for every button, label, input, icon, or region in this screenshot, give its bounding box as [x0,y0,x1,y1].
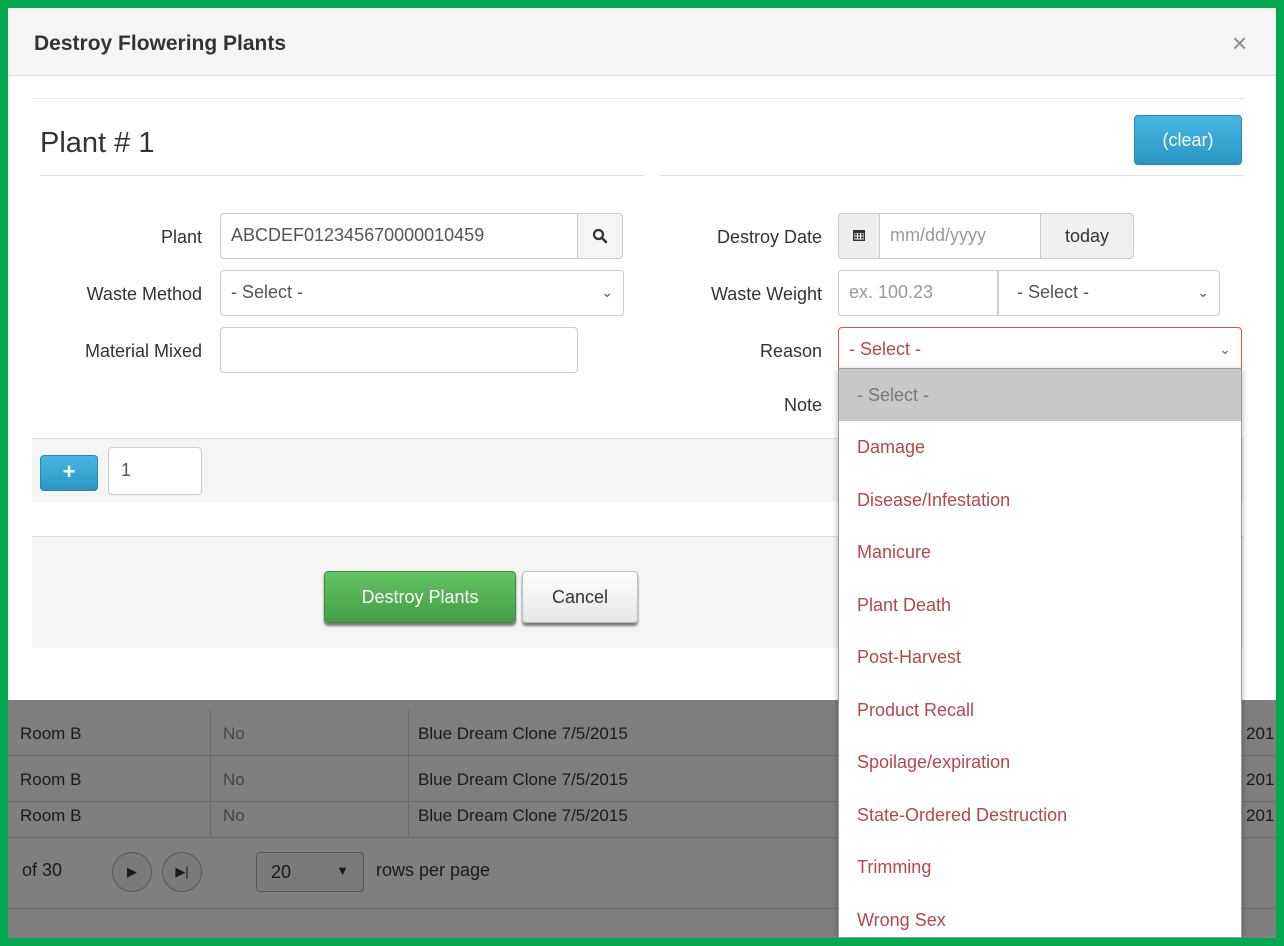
waste-weight-label: Waste Weight [710,284,822,304]
today-label: today [1064,226,1110,246]
chevron-down-icon: ⌄ [1219,341,1231,357]
plant-search-button[interactable] [577,213,623,259]
add-plant-button[interactable]: + [40,455,98,491]
modal-title: Destroy Flowering Plants [34,32,287,55]
reason-option[interactable]: Wrong Sex [839,894,1241,939]
app-frame: Room B No Blue Dream Clone 7/5/2015 201 … [8,8,1276,938]
reason-option[interactable]: State-Ordered Destruction [839,789,1241,842]
waste-method-label: Waste Method [86,284,202,304]
destroy-date-placeholder: mm/dd/yyyy [890,225,987,245]
reason-option[interactable]: Post-Harvest [839,631,1241,684]
reason-option[interactable]: Manicure [839,526,1241,579]
plant-count-input[interactable]: 1 [108,447,202,495]
note-label: Note [783,395,822,415]
material-mixed-label: Material Mixed [84,341,202,361]
reason-option[interactable]: Plant Death [839,579,1241,632]
destroy-plants-button[interactable]: Destroy Plants [324,571,516,623]
reason-select[interactable]: - Select - ⌄ [838,327,1242,373]
waste-weight-placeholder: ex. 100.23 [849,282,934,302]
reason-option[interactable]: Spoilage/expiration [839,736,1241,789]
reason-label: Reason [759,341,822,361]
chevron-down-icon: ⌄ [601,284,613,300]
waste-method-select[interactable]: - Select - ⌄ [220,270,624,316]
calendar-glyph [853,230,865,241]
reason-dropdown-list: - Select - Damage Disease/Infestation Ma… [838,368,1242,938]
waste-weight-unit-select[interactable]: - Select - ⌄ [998,270,1220,316]
plant-input[interactable]: ABCDEF012345670000010459 [220,213,578,259]
close-icon[interactable]: × [1232,28,1247,59]
plant-label: Plant [160,227,202,247]
reason-option[interactable]: Disease/Infestation [839,474,1241,527]
waste-weight-input[interactable]: ex. 100.23 [838,270,998,316]
reason-option[interactable]: Damage [839,421,1241,474]
chevron-down-icon: ⌄ [1197,284,1209,300]
plant-heading: Plant # 1 [40,127,155,159]
clear-button[interactable]: (clear) [1134,115,1242,165]
destroy-date-input[interactable]: mm/dd/yyyy [879,213,1041,259]
reason-option[interactable]: - Select - [839,369,1241,421]
plant-count-value: 1 [121,460,132,480]
reason-option[interactable]: Trimming [839,841,1241,894]
waste-weight-unit-value: - Select - [1017,282,1090,302]
plant-input-value: ABCDEF012345670000010459 [231,225,485,245]
cancel-button[interactable]: Cancel [522,571,638,623]
reason-option[interactable]: Product Recall [839,684,1241,737]
search-icon [592,228,608,244]
waste-method-value: - Select - [231,282,304,302]
destroy-date-label: Destroy Date [716,227,822,247]
reason-value: - Select - [849,339,922,359]
material-mixed-input[interactable] [220,327,578,373]
modal-header: Destroy Flowering Plants × [8,8,1276,76]
today-button[interactable]: today [1040,213,1134,259]
calendar-icon[interactable] [838,213,880,259]
